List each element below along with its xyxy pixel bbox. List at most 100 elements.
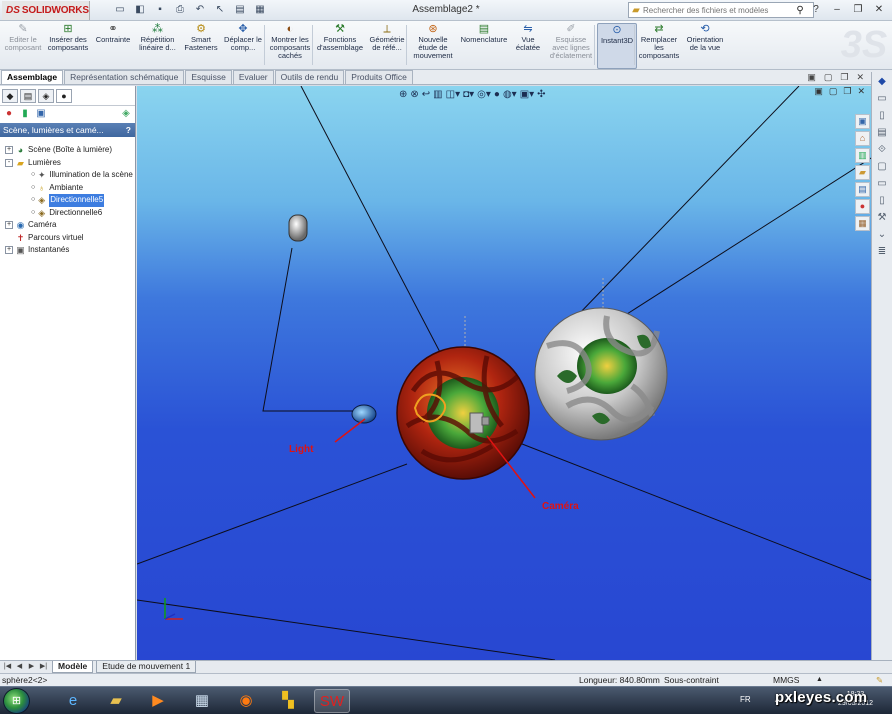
task-pane-library-icon[interactable]: ▯ [875, 109, 889, 123]
ribbon-button-12[interactable]: ✐ Esquisse avec lignes d'éclatement [548, 23, 594, 69]
panel-help-button[interactable]: ? [126, 123, 131, 137]
visibility-icon[interactable]: ○ [31, 194, 35, 207]
ribbon-button-9[interactable]: ⊛ Nouvelle étude de mouvement [410, 23, 456, 69]
ribbon-button-10[interactable]: ▤ Nomenclature [459, 23, 509, 69]
tab-1[interactable]: Représentation schématique [64, 70, 185, 84]
rebuild-icon[interactable]: ▤ [232, 3, 248, 17]
tab-5[interactable]: Produits Office [345, 70, 413, 84]
appearance-side-icon[interactable]: ▣ [855, 114, 870, 129]
display-tab-icon[interactable]: ● [56, 89, 72, 103]
calculator-icon[interactable]: ▦ [184, 689, 220, 713]
print-icon[interactable]: ⎙ [172, 3, 188, 17]
tree-item[interactable]: ○ ✦ Illumination de la scène [0, 169, 135, 182]
tree-item[interactable]: + ▣ Instantanés [0, 244, 135, 257]
tab-0[interactable]: Assemblage [1, 70, 64, 84]
new-file-icon[interactable]: ▭ [112, 3, 128, 17]
visibility-icon[interactable]: ○ [31, 169, 35, 182]
custom-props-side-icon[interactable]: ▦ [855, 216, 870, 231]
search-input[interactable] [643, 5, 793, 15]
apply-scene-icon[interactable]: ◍▾ [503, 89, 517, 100]
tile-window-icon[interactable]: ▣ [807, 72, 816, 83]
tree-item[interactable]: + ◕ Scène (Boîte à lumière) [0, 144, 135, 157]
firefox-icon[interactable]: ◉ [228, 689, 264, 713]
visibility-icon[interactable]: ○ [31, 207, 35, 220]
ribbon-button-11[interactable]: ⇋ Vue éclatée [511, 23, 545, 69]
config-tab-icon[interactable]: ◈ [38, 89, 54, 103]
red-sphere[interactable] [396, 346, 530, 480]
tab-4[interactable]: Outils de rendu [274, 70, 345, 84]
scene-panel-icon[interactable]: ▣ [35, 108, 47, 120]
start-button[interactable]: ⊞ [3, 688, 30, 714]
ribbon-button-1[interactable]: ⊞ Insérer des composants [44, 23, 92, 69]
task-pane-tool-icon[interactable]: ⚒ [875, 211, 889, 225]
edit-appearance-icon[interactable]: ● [494, 89, 500, 100]
tree-item[interactable]: + ◉ Caméra [0, 219, 135, 232]
ribbon-button-5[interactable]: ✥ Déplacer le comp... [222, 23, 264, 69]
save-icon[interactable]: ▪ [152, 3, 168, 17]
appearance-icon[interactable]: ● [3, 108, 15, 120]
task-pane-explorer-icon[interactable]: ▤ [875, 126, 889, 140]
ribbon-button-3[interactable]: ⁂ Répétition linéaire d... [135, 23, 180, 69]
next-tab-icon[interactable]: ▶ [26, 661, 37, 672]
ribbon-button-7[interactable]: ⚒ Fonctions d'assemblage [315, 23, 365, 69]
select-arrow-icon[interactable]: ↖ [212, 3, 228, 17]
ribbon-button-13[interactable]: ⊙ Instant3D [597, 23, 637, 69]
undo-icon[interactable]: ↶ [192, 3, 208, 17]
zoom-area-icon[interactable]: ⊗ [410, 89, 418, 100]
restore-icon[interactable]: ❐ [849, 2, 867, 17]
panel-options-icon[interactable]: ◈ [120, 108, 132, 120]
file-explorer-icon[interactable]: ▰ [98, 689, 134, 713]
status-units[interactable]: MMGS [773, 674, 799, 686]
ribbon-button-6[interactable]: ◐ Montrer les composants cachés [267, 23, 313, 69]
move-icon[interactable]: ✣ [537, 89, 545, 100]
media-player-icon[interactable]: ▶ [140, 689, 176, 713]
view-settings-icon[interactable]: ▣▾ [520, 89, 534, 100]
file-explorer-side-icon[interactable]: ▰ [855, 165, 870, 180]
close-doc-icon[interactable]: ✕ [856, 72, 864, 83]
viewport-tile-icon[interactable]: ▣ [814, 86, 823, 97]
help-icon[interactable]: ? [807, 2, 825, 17]
ribbon-button-15[interactable]: ⟲ Orientation de la vue [682, 23, 728, 69]
previous-view-icon[interactable]: ↩ [422, 89, 430, 100]
status-note-icon[interactable]: ✎ [876, 674, 883, 686]
tree-item[interactable]: ○ ◈ Directionnelle6 [0, 207, 135, 220]
app-logo[interactable]: DS SOLIDWORKS [2, 1, 90, 20]
tree-item[interactable]: ✝ Parcours virtuel [0, 232, 135, 245]
ribbon-button-0[interactable]: ✎ Editer le composant [3, 23, 43, 69]
open-folder-icon[interactable]: ◧ [132, 3, 148, 17]
grey-sphere[interactable] [534, 307, 668, 441]
restore-doc-icon[interactable]: ❐ [840, 72, 848, 83]
viewport-close-icon[interactable]: ✕ [857, 86, 865, 97]
ribbon-button-2[interactable]: ⚭ Contrainte [93, 23, 133, 69]
expand-icon[interactable]: + [5, 246, 13, 255]
library-side-icon[interactable]: ▥ [855, 148, 870, 163]
ribbon-button-14[interactable]: ⇄ Remplacer les composants [637, 23, 681, 69]
close-icon[interactable]: ✕ [870, 2, 888, 17]
ribbon-button-8[interactable]: ⟂ Géométrie de réfé... [366, 23, 408, 69]
property-tab-icon[interactable]: ▤ [20, 89, 36, 103]
view-orientation-hud-icon[interactable]: ◫▾ [446, 89, 460, 100]
language-indicator[interactable]: FR [740, 695, 751, 704]
minimize-icon[interactable]: – [828, 2, 846, 17]
bottom-tab-1[interactable]: Etude de mouvement 1 [96, 661, 197, 673]
internet-explorer-icon[interactable]: e [55, 689, 91, 713]
appearances-side-icon[interactable]: ● [855, 199, 870, 214]
home-side-icon[interactable]: ⌂ [855, 131, 870, 146]
expand-icon[interactable]: + [5, 221, 13, 230]
maximize-doc-icon[interactable]: ▢ [824, 72, 833, 83]
first-tab-icon[interactable]: |◀ [2, 661, 13, 672]
task-pane-print-icon[interactable]: ▭ [875, 177, 889, 191]
task-pane-resources-icon[interactable]: ▭ [875, 92, 889, 106]
search-icon[interactable]: ⚲ [793, 5, 807, 16]
viewport-max-icon[interactable]: ▢ [829, 86, 838, 97]
prev-tab-icon[interactable]: ◀ [14, 661, 25, 672]
task-pane-mark-icon[interactable]: ⌄ [875, 228, 889, 242]
collapse-icon[interactable]: - [5, 158, 13, 167]
viewport-restore-icon[interactable]: ❐ [843, 86, 851, 97]
view-palette-side-icon[interactable]: ▤ [855, 182, 870, 197]
tree-item[interactable]: - ▰ Lumières [0, 157, 135, 170]
task-pane-search-icon[interactable]: ⟐ [875, 143, 889, 157]
light-bulb-icon[interactable] [288, 214, 308, 242]
tab-2[interactable]: Esquisse [185, 70, 232, 84]
visibility-icon[interactable]: ○ [31, 182, 35, 195]
